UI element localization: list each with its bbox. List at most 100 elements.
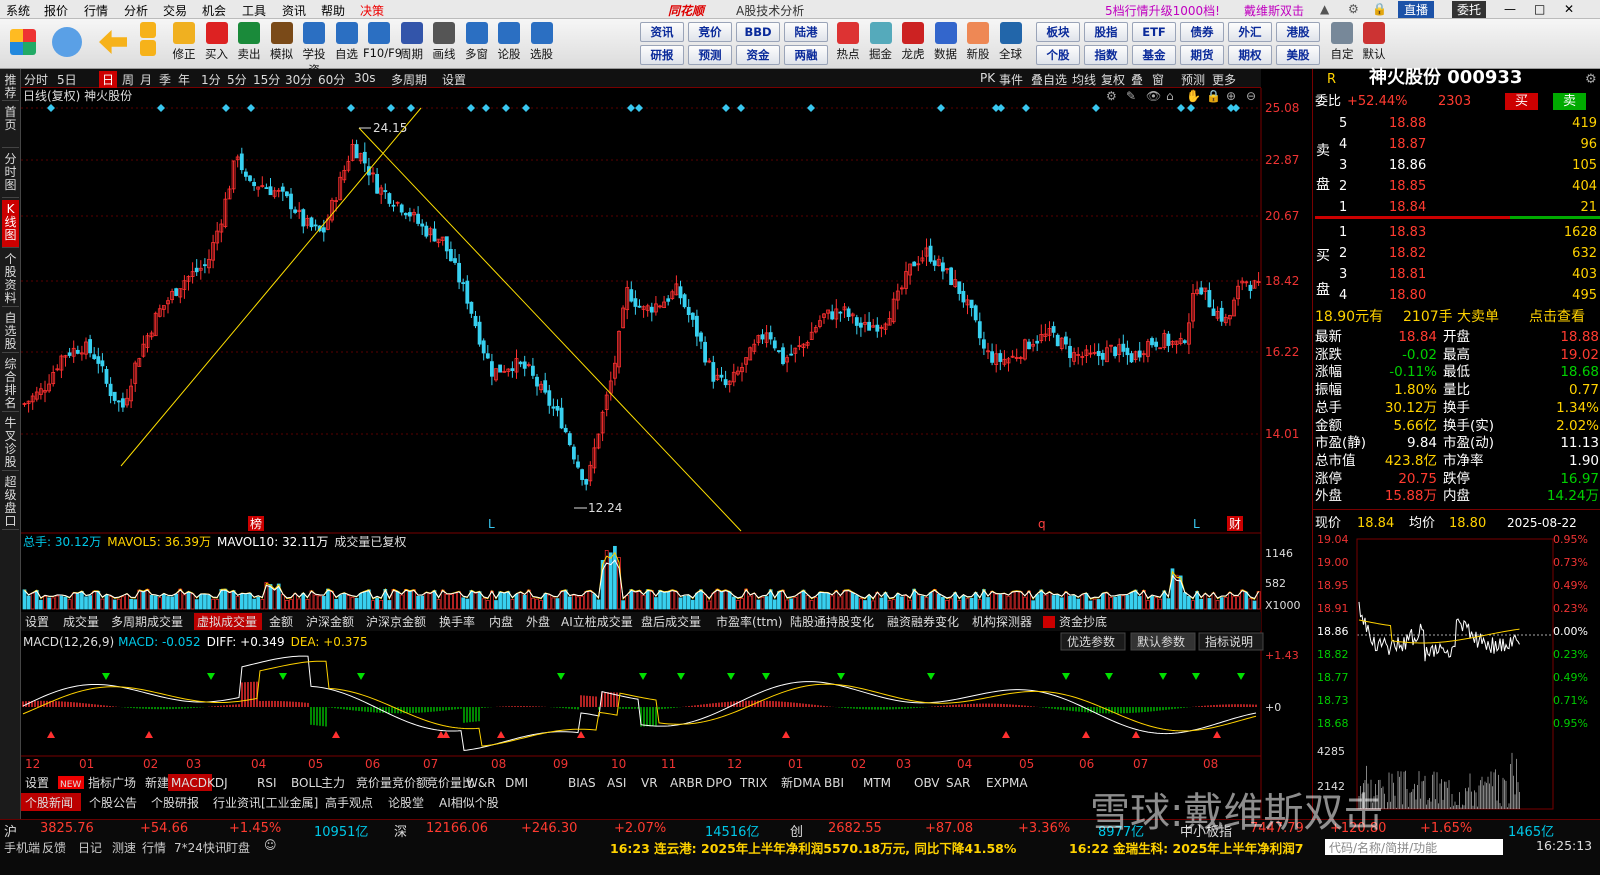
buy-button[interactable]: 买	[1505, 93, 1539, 110]
menu-item[interactable]: 分析	[124, 2, 148, 19]
live-button[interactable]: 直播	[1398, 1, 1435, 18]
indicator-tab[interactable]: 沪深京金额	[366, 614, 426, 629]
chart-marker[interactable]: L	[488, 517, 495, 531]
toolbar-tool[interactable]: 龙虎	[897, 21, 929, 67]
news-tab[interactable]: 行业资讯[工业金属]	[213, 795, 318, 810]
window-close-icon[interactable]: ✕	[1564, 2, 1574, 16]
news-tab[interactable]: 个股新闻	[25, 795, 73, 810]
indicator-button[interactable]: 主力	[321, 776, 345, 790]
market-button[interactable]: 美股	[1276, 45, 1320, 65]
market-button[interactable]: 个股	[1036, 45, 1080, 65]
indicator-tab[interactable]: 金额	[269, 614, 293, 629]
market-button[interactable]: 外汇	[1228, 22, 1272, 42]
indicator-button[interactable]: BIAS	[568, 776, 596, 790]
market-button[interactable]: 指数	[1084, 45, 1128, 65]
kline-chart-area[interactable]: 25.08 22.87 20.67 18.42 16.22 14.01 日线(复权) 神火股…	[21, 88, 1312, 819]
toolbar-tool[interactable]: 选股	[526, 21, 558, 67]
left-nav-item[interactable]: 分时图	[2, 150, 19, 198]
indicator-tab[interactable]: 盘后成交量	[641, 614, 701, 629]
indicator-button[interactable]: 新建	[145, 775, 169, 790]
order-button[interactable]: 委托	[1452, 1, 1487, 18]
period-tab[interactable]: 5分	[227, 71, 247, 88]
news-tab[interactable]: 个股公告	[89, 796, 137, 810]
assistant-icon[interactable]	[50, 21, 84, 67]
quick-button[interactable]: 竞价	[688, 22, 732, 42]
bottom-tool[interactable]: 行情	[142, 839, 166, 856]
toolbar-tool[interactable]: 周期	[396, 21, 428, 67]
indicator-button[interactable]: 竞价量	[356, 776, 392, 790]
indicator-tab[interactable]: 换手率	[439, 614, 475, 629]
market-button[interactable]: 股指	[1084, 22, 1128, 42]
market-button[interactable]: 港股	[1276, 22, 1320, 42]
indicator-tab[interactable]: 外盘	[526, 614, 550, 629]
left-nav-item[interactable]: 自选股	[2, 309, 19, 353]
chart-option[interactable]: 窗	[1152, 71, 1164, 88]
market-button[interactable]: 期权	[1228, 45, 1272, 65]
period-tab[interactable]: 周	[122, 71, 134, 88]
toolbar-tool[interactable]: 自选	[331, 21, 363, 67]
indicator-button[interactable]: NEW	[60, 780, 81, 790]
news-ticker-1[interactable]: 16:23 连云港: 2025年上半年净利润5570.18万元, 同比下降41.…	[610, 838, 1016, 857]
up-arrow-icon[interactable]	[136, 21, 160, 67]
indicator-button[interactable]: 设置	[25, 776, 49, 790]
left-nav-item[interactable]: 个股资料	[2, 250, 19, 307]
chart-tool-icon[interactable]: ⚙	[1106, 89, 1117, 103]
indicator-tab[interactable]: 融资融券变化	[887, 614, 959, 629]
chart-tool-icon[interactable]: ⊕	[1226, 89, 1236, 103]
bottom-tool[interactable]: 测速	[112, 839, 136, 856]
toolbar-tool[interactable]: 全球	[995, 21, 1027, 67]
period-tab[interactable]: 年	[178, 71, 190, 88]
menu-item[interactable]: 资讯	[282, 2, 306, 19]
toolbar-tool[interactable]: 学投资	[298, 21, 330, 77]
period-tab[interactable]: 5日	[57, 71, 77, 88]
menu-item[interactable]: 帮助	[321, 2, 345, 19]
period-tab[interactable]: 30分	[285, 71, 312, 88]
bottom-tool[interactable]: 日记	[78, 839, 102, 856]
indicator-button[interactable]: 新DMA	[781, 775, 822, 790]
window-min-icon[interactable]: —	[1504, 2, 1516, 16]
left-nav-item[interactable]: 超级盘口	[2, 473, 19, 530]
indicator-tab[interactable]: 资金抄底	[1059, 614, 1107, 629]
toolbar-tool[interactable]: 模拟	[266, 21, 298, 67]
indicator-button[interactable]: KDJ	[207, 776, 228, 790]
left-nav-item[interactable]: 综合排名	[2, 355, 19, 412]
indicator-button[interactable]: BBI	[824, 776, 844, 790]
left-nav-item[interactable]: 首页	[2, 103, 19, 148]
period-tab[interactable]: 60分	[318, 71, 345, 88]
chart-tool-icon[interactable]: 👁	[1146, 89, 1161, 103]
market-button[interactable]: 期货	[1180, 45, 1224, 65]
toolbar-tool[interactable]: F10/F9	[363, 21, 402, 67]
chart-option[interactable]: 事件	[999, 71, 1023, 88]
promo-link[interactable]: 5档行情升级1000档!	[1105, 2, 1220, 19]
home-logo-icon[interactable]	[6, 21, 40, 67]
indicator-button[interactable]: RSI	[257, 776, 277, 790]
menu-item[interactable]: 系统	[6, 2, 30, 19]
indicator-button[interactable]: ASI	[607, 776, 626, 790]
market-button[interactable]: 债券	[1180, 22, 1224, 42]
macd-option-button[interactable]: 指标说明	[1205, 634, 1253, 649]
toolbar-tool[interactable]: 买入	[201, 21, 233, 67]
settings-icon[interactable]: ⚙	[1348, 2, 1359, 16]
news-ticker-2[interactable]: 16:22 金瑞生科: 2025年上半年净利润7	[1069, 838, 1325, 857]
quick-button[interactable]: 两融	[784, 45, 828, 65]
period-tab[interactable]: 30s	[354, 71, 376, 85]
menu-item[interactable]: 交易	[163, 2, 187, 19]
chart-marker[interactable]: 榜	[250, 516, 262, 531]
chat-icon[interactable]: ☺	[264, 838, 277, 852]
toolbar-tool[interactable]: 数据	[930, 21, 962, 67]
menu-item[interactable]: 行情	[84, 2, 108, 19]
menu-item[interactable]: 决策	[360, 2, 384, 19]
chart-marker[interactable]: q	[1038, 517, 1046, 531]
indicator-tab[interactable]: 设置	[25, 615, 49, 629]
indicator-button[interactable]: MTM	[863, 776, 891, 790]
news-tab[interactable]: 高手观点	[325, 795, 373, 810]
news-tab[interactable]: 论股堂	[388, 796, 424, 810]
indicator-button[interactable]: W&R	[466, 776, 496, 790]
indicator-button[interactable]: MACD	[171, 776, 207, 790]
minimize-icon[interactable]: ▲	[1320, 2, 1329, 16]
chart-option[interactable]: 复权	[1101, 71, 1125, 88]
indicator-button[interactable]: OBV	[914, 776, 940, 790]
period-tab[interactable]: 日	[99, 71, 118, 88]
period-tab[interactable]: 多周期	[391, 71, 427, 88]
bottom-tool[interactable]: 7*24快讯	[174, 839, 227, 856]
